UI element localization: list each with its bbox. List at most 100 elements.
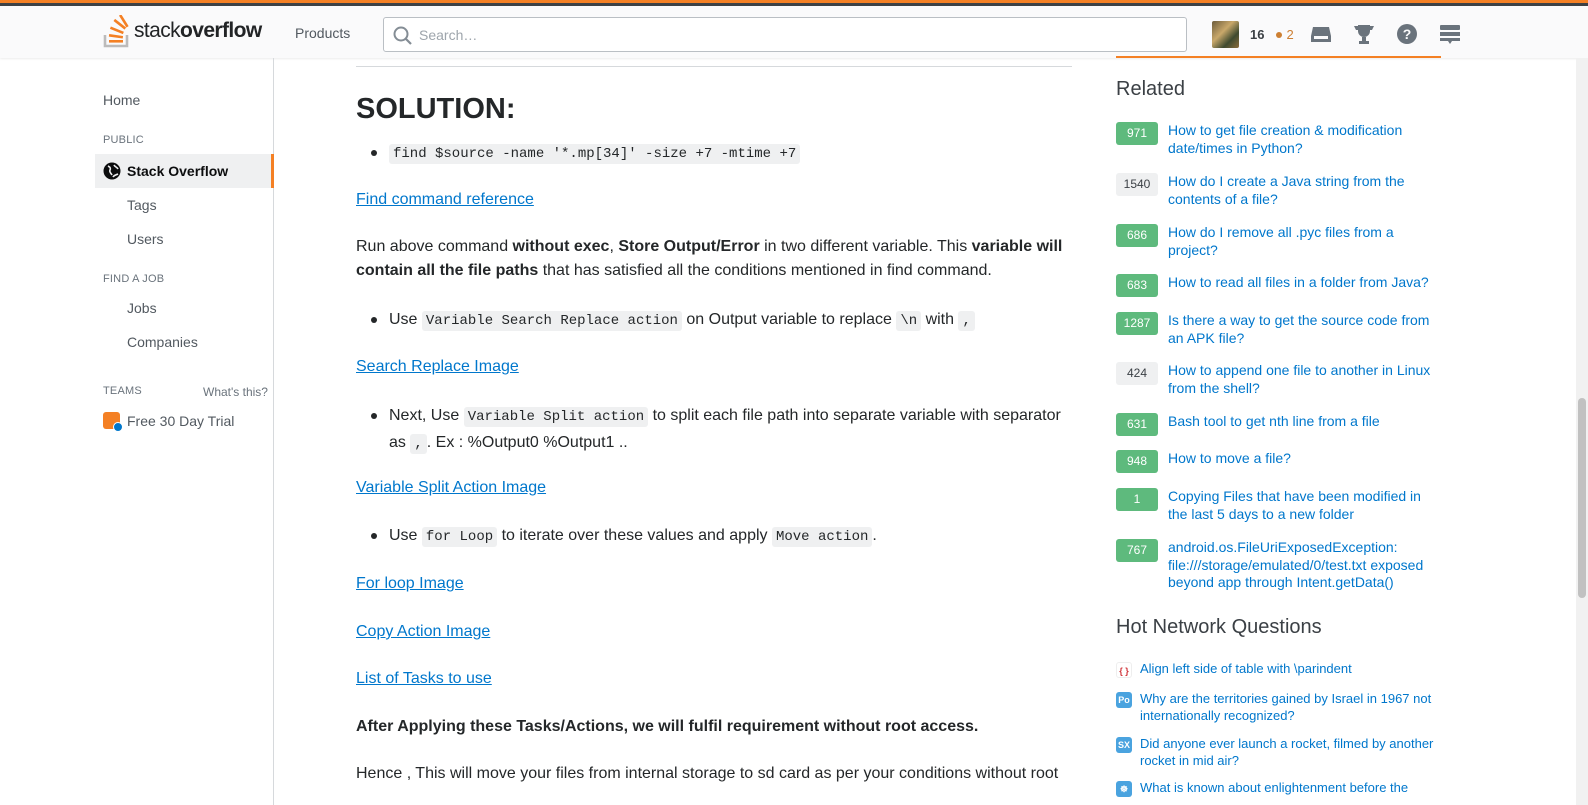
copy-action-image-link[interactable]: Copy Action Image — [356, 623, 490, 640]
related-link[interactable]: Is there a way to get the source code fr… — [1168, 312, 1438, 347]
nav-section-public: PUBLIC — [103, 134, 144, 146]
inline-code: Move action — [771, 527, 873, 547]
text-run: Use — [389, 527, 422, 544]
hnq-link[interactable]: Why are the territories gained by Israel… — [1140, 691, 1440, 724]
related-score: 631 — [1116, 413, 1158, 436]
nav-stack-overflow[interactable]: Stack Overflow — [95, 154, 274, 188]
whats-this-link[interactable]: What's this? — [203, 385, 268, 399]
related-item[interactable]: 1 Copying Files that have been modified … — [1116, 488, 1441, 523]
scrollbar-thumb[interactable] — [1578, 398, 1586, 598]
find-command-code: find $source -name '*.mp[34]' -size +7 -… — [389, 144, 801, 164]
nav-tags[interactable]: Tags — [127, 197, 157, 213]
top-bar-accent-line — [0, 3, 1588, 6]
related-item[interactable]: 1287 Is there a way to get the source co… — [1116, 312, 1441, 347]
logo-word-bold: overflow — [180, 19, 262, 42]
stackoverflow-logo[interactable]: stackoverflow — [103, 13, 262, 49]
nav-stack-overflow-label: Stack Overflow — [127, 163, 229, 179]
inline-code: , — [410, 434, 427, 454]
achievements-icon[interactable] — [1353, 23, 1375, 45]
inline-code: , — [958, 311, 975, 331]
related-item[interactable]: 683 How to read all files in a folder fr… — [1116, 274, 1441, 297]
list-item: Next, Use Variable Split action to split… — [371, 403, 1073, 457]
list-of-tasks-link[interactable]: List of Tasks to use — [356, 670, 492, 687]
search-replace-image-link[interactable]: Search Replace Image — [356, 358, 519, 375]
hnq-item[interactable]: { } Align left side of table with \parin… — [1116, 661, 1441, 678]
nav-users[interactable]: Users — [127, 231, 164, 247]
related-item[interactable]: 767 android.os.FileUriExposedException: … — [1116, 539, 1441, 592]
search-box[interactable] — [383, 17, 1187, 52]
related-link[interactable]: How to move a file? — [1168, 450, 1438, 473]
list-item: find $source -name '*.mp[34]' -size +7 -… — [371, 140, 1073, 167]
hnq-item[interactable]: ☸ What is known about enlightenment befo… — [1116, 780, 1441, 797]
tex-icon: { } — [1116, 662, 1132, 678]
related-score: 686 — [1116, 224, 1158, 247]
related-link[interactable]: How do I create a Java string from the c… — [1168, 173, 1438, 208]
related-link[interactable]: How to read all files in a folder from J… — [1168, 274, 1438, 297]
list-item: Use Variable Search Replace action on Ou… — [371, 307, 1073, 334]
related-item[interactable]: 631 Bash tool to get nth line from a fil… — [1116, 413, 1441, 436]
text-run: , — [609, 238, 619, 255]
hot-network-questions-title: Hot Network Questions — [1116, 616, 1322, 638]
hnq-link[interactable]: Did anyone ever launch a rocket, filmed … — [1140, 736, 1440, 769]
help-icon[interactable]: ? — [1396, 23, 1418, 45]
avatar[interactable] — [1212, 21, 1239, 48]
related-link[interactable]: Bash tool to get nth line from a file — [1168, 413, 1438, 436]
paragraph-last: Hence , This will move your files from i… — [356, 765, 1059, 782]
related-item[interactable]: 971 How to get file creation & modificat… — [1116, 122, 1441, 157]
solution-heading: SOLUTION: — [356, 93, 516, 125]
related-score: 683 — [1116, 274, 1158, 297]
related-link[interactable]: How do I remove all .pyc files from a pr… — [1168, 224, 1438, 259]
search-icon — [393, 26, 412, 45]
related-score: 971 — [1116, 122, 1158, 145]
top-bar: stackoverflow Products 16 2 ? — [0, 0, 1588, 58]
related-item[interactable]: 1540 How do I create a Java string from … — [1116, 173, 1441, 208]
nav-home[interactable]: Home — [103, 92, 140, 108]
search-input[interactable] — [419, 25, 1119, 45]
hnq-item[interactable]: SX Did anyone ever launch a rocket, film… — [1116, 736, 1441, 769]
hnq-link[interactable]: What is known about enlightenment before… — [1140, 780, 1440, 797]
inline-code: \n — [896, 311, 922, 331]
top-bar-icons: ? — [1310, 23, 1461, 45]
paragraph: Variable Split Action Image — [356, 476, 1072, 500]
products-menu[interactable]: Products — [295, 25, 350, 41]
text-run: Use — [389, 311, 422, 328]
nav-companies[interactable]: Companies — [127, 334, 198, 350]
for-loop-image-link[interactable]: For loop Image — [356, 575, 464, 592]
paragraph: Find command reference — [356, 188, 1072, 212]
related-score: 1287 — [1116, 312, 1158, 335]
paragraph: For loop Image — [356, 572, 1072, 596]
text-run: with — [921, 311, 959, 328]
paragraph: Search Replace Image — [356, 355, 1072, 379]
sidebar-accent-line — [1116, 56, 1441, 58]
hnq-link[interactable]: Align left side of table with \parindent — [1140, 661, 1440, 678]
site-switcher-icon[interactable] — [1439, 23, 1461, 45]
related-item[interactable]: 424 How to append one file to another in… — [1116, 362, 1441, 397]
left-sidebar: Home PUBLIC Stack Overflow Tags Users FI… — [0, 58, 274, 805]
politics-icon: Po — [1116, 692, 1132, 708]
related-score: 1540 — [1116, 173, 1158, 196]
hnq-item[interactable]: Po Why are the territories gained by Isr… — [1116, 691, 1441, 724]
related-item[interactable]: 686 How do I remove all .pyc files from … — [1116, 224, 1441, 259]
page-scrollbar[interactable] — [1576, 58, 1588, 805]
related-link[interactable]: How to append one file to another in Lin… — [1168, 362, 1438, 397]
related-link[interactable]: How to get file creation & modification … — [1168, 122, 1438, 157]
variable-split-image-link[interactable]: Variable Split Action Image — [356, 479, 546, 496]
inbox-icon[interactable] — [1310, 23, 1332, 45]
list-item: Use for Loop to iterate over these value… — [371, 523, 1073, 550]
logo-wordmark: stackoverflow — [134, 19, 262, 43]
related-link[interactable]: Copying Files that have been modified in… — [1168, 488, 1438, 523]
text-run: on Output variable to replace — [681, 311, 897, 328]
related-score: 424 — [1116, 362, 1158, 385]
paragraph: List of Tasks to use — [356, 667, 1072, 691]
logo-word-light: stack — [134, 19, 181, 42]
free-trial-label: Free 30 Day Trial — [127, 412, 235, 429]
user-card[interactable]: 16 2 — [1212, 21, 1294, 48]
nav-jobs[interactable]: Jobs — [127, 300, 157, 316]
free-trial-link[interactable]: Free 30 Day Trial — [103, 412, 235, 432]
find-command-reference-link[interactable]: Find command reference — [356, 191, 534, 208]
related-link[interactable]: android.os.FileUriExposedException: file… — [1168, 539, 1438, 592]
buddhism-icon: ☸ — [1116, 781, 1132, 797]
text-run: in two different variable. This — [759, 238, 972, 255]
text-run: . — [872, 527, 877, 544]
related-item[interactable]: 948 How to move a file? — [1116, 450, 1441, 473]
